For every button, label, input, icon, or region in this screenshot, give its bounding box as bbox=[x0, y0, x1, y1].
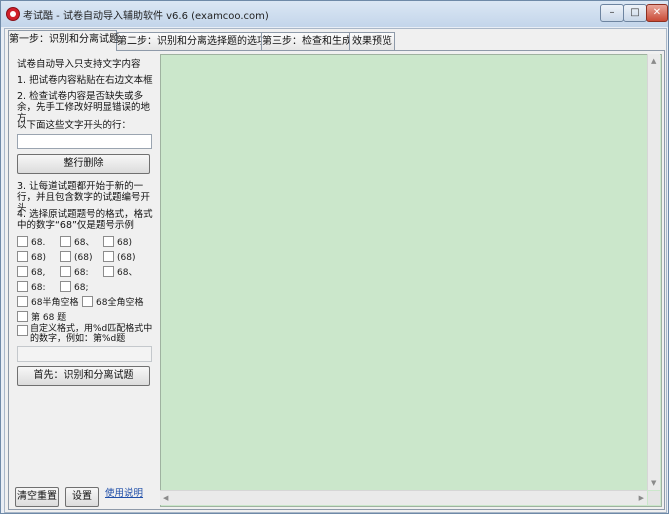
format-checkbox[interactable]: 68: bbox=[60, 266, 88, 278]
checkbox-box bbox=[17, 281, 28, 292]
format-checkbox[interactable]: (68) bbox=[103, 251, 135, 263]
format-checkbox[interactable]: 68: bbox=[17, 281, 45, 293]
left-panel: 试卷自动导入只支持文字内容 1. 把试卷内容粘贴在右边文本框 2. 检查试卷内容… bbox=[9, 51, 157, 509]
checkbox-box bbox=[60, 251, 71, 262]
format-option-label: 68、 bbox=[74, 238, 95, 248]
checkbox-box bbox=[60, 236, 71, 247]
clear-reset-button[interactable]: 清空重置 bbox=[15, 487, 59, 507]
half-space-checkbox[interactable]: 68半角空格 bbox=[17, 296, 78, 308]
remove-prefix-input[interactable] bbox=[17, 134, 152, 149]
minimize-button[interactable]: – bbox=[600, 4, 624, 22]
checkbox-box bbox=[17, 325, 28, 336]
close-button[interactable]: ✕ bbox=[646, 4, 668, 22]
app-logo-icon bbox=[6, 7, 20, 21]
checkbox-box bbox=[17, 296, 28, 307]
tab-step1[interactable]: 第一步：识别和分离试题 bbox=[8, 30, 119, 51]
tab-panel: 试卷自动导入只支持文字内容 1. 把试卷内容粘贴在右边文本框 2. 检查试卷内容… bbox=[8, 50, 665, 510]
checkbox-box bbox=[103, 236, 114, 247]
format-checkbox[interactable]: 68) bbox=[17, 251, 46, 263]
di-ti-checkbox[interactable]: 第 68 题 bbox=[17, 311, 66, 323]
intro-text: 试卷自动导入只支持文字内容 bbox=[17, 59, 141, 70]
checkbox-box bbox=[60, 266, 71, 277]
format-option-label: 68; bbox=[74, 283, 89, 293]
format-option-label: 68) bbox=[117, 238, 132, 248]
format-checkbox[interactable]: 68、 bbox=[60, 236, 94, 248]
client-area: 第一步：识别和分离试题 第二步：识别和分离选择题的选项 第三步：检查和生成 效果… bbox=[4, 28, 667, 513]
format-option-label: (68) bbox=[117, 253, 136, 263]
title-bar[interactable]: 考试酷 - 试卷自动导入辅助软件 v6.6 (examcoo.com) – □ … bbox=[1, 1, 668, 27]
format-option-label: 68: bbox=[31, 283, 46, 293]
delete-lines-button[interactable]: 整行删除 bbox=[17, 154, 150, 174]
help-link[interactable]: 使用说明 bbox=[105, 485, 143, 499]
maximize-button[interactable]: □ bbox=[623, 4, 647, 22]
tab-preview[interactable]: 效果预览 bbox=[349, 32, 395, 50]
tab-step3[interactable]: 第三步：检查和生成 bbox=[261, 32, 352, 50]
checkbox-box bbox=[60, 281, 71, 292]
remove-prefix-label: 以下面这些文字开头的行： bbox=[17, 120, 132, 131]
half-space-label: 68半角空格 bbox=[31, 298, 79, 308]
format-checkbox[interactable]: 68, bbox=[17, 266, 45, 278]
full-space-checkbox[interactable]: 68全角空格 bbox=[82, 296, 143, 308]
format-option-label: (68) bbox=[74, 253, 93, 263]
custom-format-checkbox[interactable] bbox=[17, 325, 31, 337]
checkbox-box bbox=[103, 266, 114, 277]
checkbox-box bbox=[103, 251, 114, 262]
identify-questions-button[interactable]: 首先：识别和分离试题 bbox=[17, 366, 150, 386]
format-checkbox[interactable]: (68) bbox=[60, 251, 92, 263]
step1-text: 1. 把试卷内容粘贴在右边文本框 bbox=[17, 75, 153, 86]
step4-text: 4. 选择原试题题号的格式，格式中的数字“68”仅是题号示例 bbox=[17, 209, 153, 231]
window-title: 考试酷 - 试卷自动导入辅助软件 v6.6 (examcoo.com) bbox=[23, 11, 269, 22]
di-ti-label: 第 68 题 bbox=[31, 313, 67, 323]
format-option-label: 68: bbox=[74, 268, 89, 278]
format-option-label: 68、 bbox=[117, 268, 138, 278]
checkbox-box bbox=[82, 296, 93, 307]
checkbox-box bbox=[17, 311, 28, 322]
format-option-label: 68, bbox=[31, 268, 46, 278]
settings-button[interactable]: 设置 bbox=[65, 487, 99, 507]
format-option-label: 68. bbox=[31, 238, 46, 248]
format-checkbox[interactable]: 68; bbox=[60, 281, 88, 293]
custom-format-label: 自定义格式，用%d匹配格式中的数字，例如：第%d题 bbox=[30, 324, 153, 344]
format-checkbox[interactable]: 68) bbox=[103, 236, 132, 248]
full-space-label: 68全角空格 bbox=[96, 298, 144, 308]
format-option-label: 68) bbox=[31, 253, 46, 263]
checkbox-box bbox=[17, 266, 28, 277]
content-textarea[interactable] bbox=[160, 54, 662, 507]
tab-step2[interactable]: 第二步：识别和分离选择题的选项 bbox=[116, 32, 267, 50]
app-window: 考试酷 - 试卷自动导入辅助软件 v6.6 (examcoo.com) – □ … bbox=[0, 0, 669, 514]
checkbox-box bbox=[17, 236, 28, 247]
format-checkbox[interactable]: 68. bbox=[17, 236, 45, 248]
custom-format-input[interactable] bbox=[17, 346, 152, 362]
format-checkbox[interactable]: 68、 bbox=[103, 266, 137, 278]
checkbox-box bbox=[17, 251, 28, 262]
